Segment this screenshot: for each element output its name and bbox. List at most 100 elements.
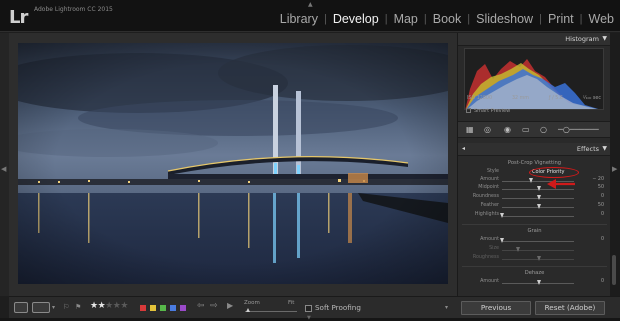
color-label-purple[interactable]: [180, 305, 186, 311]
highlights-slider-knob[interactable]: [500, 213, 504, 218]
dehaze-amount-slider-knob[interactable]: [537, 280, 541, 285]
bottom-toolbar: ▾ ⚐ ⚑ ★★★★★ ⇦ ⇨ ▶ Zoom Fit Soft Proofing…: [9, 296, 457, 318]
zoom-slider-knob[interactable]: [246, 308, 250, 312]
grain-size-row[interactable]: Size: [458, 246, 611, 254]
previous-button[interactable]: Previous: [461, 301, 531, 315]
module-map[interactable]: Map: [388, 12, 424, 26]
grain-size-label: Size: [489, 246, 499, 251]
module-web[interactable]: Web: [583, 12, 620, 26]
highlights-slider-track[interactable]: [502, 215, 574, 217]
flag-icon[interactable]: ⚐: [63, 303, 69, 311]
smart-preview-toggle[interactable]: Smart Preview: [466, 108, 510, 114]
grain-title: Grain: [527, 228, 542, 234]
smart-preview-checkbox[interactable]: [466, 108, 471, 113]
reject-flag-icon[interactable]: ⚑: [75, 303, 81, 311]
roundness-slider-knob[interactable]: [537, 195, 541, 200]
vignette-amount-row[interactable]: Amount − 20: [458, 177, 611, 185]
fit-label: Fit: [288, 300, 295, 306]
develop-tool-strip: ▦ ◎ ◉ ▭ ○ ─○──────: [458, 121, 611, 138]
grain-amount-slider-track[interactable]: [502, 240, 574, 242]
play-slideshow-icon[interactable]: ▶: [227, 301, 233, 310]
right-panel-toggle-icon[interactable]: ▶: [612, 165, 617, 173]
star-icon[interactable]: ★: [105, 301, 113, 311]
effects-header[interactable]: ◂ Effects ▼: [458, 143, 611, 156]
star-rating[interactable]: ★★★★★: [90, 301, 128, 311]
reset-button[interactable]: Reset (Adobe): [535, 301, 605, 315]
dehaze-amount-value[interactable]: 0: [601, 279, 604, 284]
grain-amount-value[interactable]: 0: [601, 237, 604, 242]
grain-amount-row[interactable]: Amount 0: [458, 237, 611, 245]
graduated-filter-icon[interactable]: ▭: [522, 125, 530, 134]
red-eye-icon[interactable]: ◉: [504, 125, 511, 134]
feather-slider-knob[interactable]: [537, 204, 541, 209]
right-panel: Histogram ▼ ISO 12800 32 mm ƒ / 5.6 ¹⁄₁₀…: [457, 33, 611, 296]
vignette-roundness-row[interactable]: Roundness 0: [458, 194, 611, 202]
toolbar-options-icon[interactable]: ▾: [445, 304, 448, 311]
zoom-label: Zoom: [244, 300, 260, 306]
grain-roughness-row[interactable]: Roughness: [458, 255, 611, 263]
histogram-header[interactable]: Histogram ▼: [458, 33, 611, 46]
scrollbar-thumb[interactable]: [612, 255, 616, 285]
amount-label: Amount: [480, 177, 499, 182]
color-label-blue[interactable]: [170, 305, 176, 311]
grain-amount-slider-knob[interactable]: [500, 238, 504, 243]
star-icon[interactable]: ★: [120, 301, 128, 311]
panel-switch-icon[interactable]: ◂: [462, 145, 465, 152]
adjustment-brush-icon[interactable]: ─○──────: [558, 125, 599, 134]
soft-proofing-checkbox[interactable]: [305, 305, 312, 312]
color-label-green[interactable]: [160, 305, 166, 311]
amount-value[interactable]: − 20: [592, 177, 604, 182]
aperture-value: ƒ / 5.6: [548, 96, 563, 101]
left-panel-toggle-icon[interactable]: ◀: [1, 165, 6, 173]
next-photo-icon[interactable]: ⇨: [210, 301, 218, 311]
loupe-view-button[interactable]: [14, 302, 28, 313]
highlights-label: Highlights: [474, 212, 499, 217]
camera-info: ISO 12800 32 mm ƒ / 5.6 ¹⁄₁₀₀ sec: [464, 96, 604, 101]
spot-removal-icon[interactable]: ◎: [484, 125, 491, 134]
top-panel-toggle-icon[interactable]: ▲: [308, 1, 313, 8]
crop-overlay-icon[interactable]: ▦: [466, 125, 474, 134]
feather-value[interactable]: 50: [598, 203, 604, 208]
color-label-yellow[interactable]: [150, 305, 156, 311]
smart-preview-label: Smart Preview: [474, 108, 511, 114]
vignette-highlights-row[interactable]: Highlights 0: [458, 212, 611, 220]
feather-label: Feather: [480, 203, 499, 208]
grain-roughness-slider-knob[interactable]: [537, 256, 541, 261]
midpoint-value[interactable]: 50: [598, 185, 604, 190]
midpoint-slider-knob[interactable]: [537, 186, 541, 191]
filmstrip-toggle-icon[interactable]: ▼: [307, 315, 311, 321]
dehaze-title: Dehaze: [524, 270, 545, 276]
radial-filter-icon[interactable]: ○: [540, 125, 547, 134]
star-icon[interactable]: ★: [90, 301, 98, 311]
grain-size-slider-knob[interactable]: [516, 247, 520, 252]
before-after-button[interactable]: [32, 302, 50, 313]
app-name: Adobe Lightroom CC 2015: [34, 6, 113, 13]
module-library[interactable]: Library: [274, 12, 324, 26]
section-divider: [462, 266, 607, 267]
dehaze-amount-label: Amount: [480, 279, 499, 284]
color-label-red[interactable]: [140, 305, 146, 311]
module-print[interactable]: Print: [542, 12, 580, 26]
zoom-slider-track[interactable]: [245, 311, 297, 312]
module-book[interactable]: Book: [427, 12, 468, 26]
photo-preview[interactable]: [18, 43, 448, 284]
grain-size-slider-track[interactable]: [502, 249, 574, 251]
collapse-triangle-icon[interactable]: ▼: [602, 145, 607, 152]
module-develop[interactable]: Develop: [327, 12, 385, 26]
amount-slider-knob[interactable]: [529, 178, 533, 183]
roundness-value[interactable]: 0: [601, 194, 604, 199]
collapse-triangle-icon[interactable]: ▼: [602, 35, 607, 42]
midpoint-label: Midpoint: [478, 185, 499, 190]
vignette-feather-row[interactable]: Feather 50: [458, 203, 611, 211]
night-bridge-photo: [18, 43, 448, 284]
highlights-value[interactable]: 0: [601, 212, 604, 217]
dropdown-icon[interactable]: ▾: [52, 304, 55, 311]
previous-photo-icon[interactable]: ⇦: [197, 301, 205, 311]
section-divider: [462, 224, 607, 225]
module-slideshow[interactable]: Slideshow: [470, 12, 539, 26]
grain-roughness-label: Roughness: [472, 255, 499, 260]
iso-value: ISO 12800: [467, 96, 493, 101]
vignette-midpoint-row[interactable]: Midpoint 50: [458, 185, 611, 193]
dehaze-amount-row[interactable]: Amount 0: [458, 279, 611, 287]
module-bar: Lr Adobe Lightroom CC 2015 ▲ Library | D…: [0, 0, 620, 32]
